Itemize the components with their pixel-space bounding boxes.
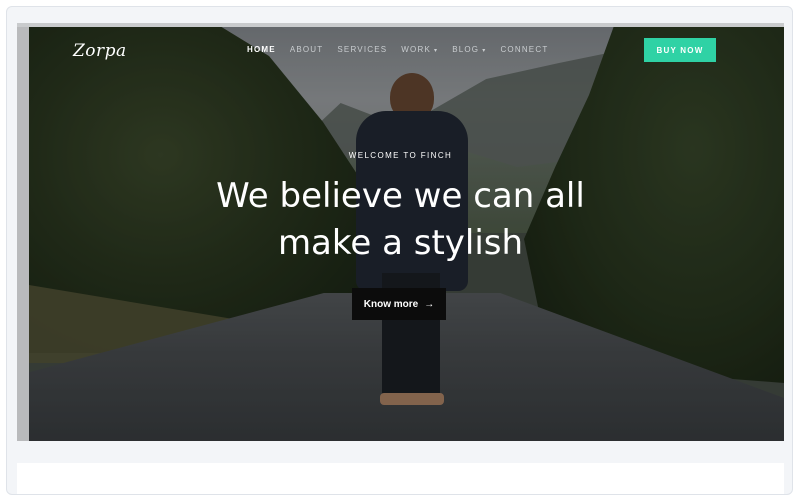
- top-navigation: Zorpa HOME ABOUT SERVICES WORK ▾ BLOG ▾ CO…: [17, 23, 784, 83]
- hero-section: Zorpa HOME ABOUT SERVICES WORK ▾ BLOG ▾ CO…: [17, 23, 784, 441]
- hero-headline-line-2: make a stylish: [277, 223, 524, 263]
- nav-item-label: BLOG: [452, 45, 480, 54]
- nav-item-label: HOME: [247, 45, 276, 54]
- nav-item-home[interactable]: HOME: [247, 45, 276, 54]
- browser-frame: Zorpa HOME ABOUT SERVICES WORK ▾ BLOG ▾ CO…: [6, 6, 793, 495]
- nav-item-label: WORK: [401, 45, 431, 54]
- hero-eyebrow: WELCOME TO FINCH: [348, 151, 453, 160]
- nav-item-label: CONNECT: [500, 45, 549, 54]
- nav-item-connect[interactable]: CONNECT: [500, 45, 548, 54]
- arrow-right-icon: →: [424, 298, 435, 310]
- nav-item-about[interactable]: ABOUT: [290, 45, 324, 54]
- hero-headline-line-1: We believe we can all: [216, 176, 585, 216]
- brand-logo[interactable]: Zorpa: [73, 41, 127, 61]
- hero-headline: We believe we can all make a stylish: [17, 173, 784, 267]
- chevron-down-icon: ▾: [433, 48, 439, 54]
- chevron-down-icon: ▾: [482, 48, 487, 54]
- know-more-button[interactable]: Know more →: [352, 288, 446, 320]
- nav-item-label: SERVICES: [337, 45, 388, 54]
- nav-item-work[interactable]: WORK ▾: [401, 45, 438, 54]
- nav-item-services[interactable]: SERVICES: [337, 45, 387, 54]
- nav-item-blog[interactable]: BLOG ▾: [452, 45, 486, 54]
- content-section: [17, 463, 784, 494]
- main-menu: HOME ABOUT SERVICES WORK ▾ BLOG ▾ CONNECT: [247, 45, 562, 54]
- buy-now-button[interactable]: BUY NOW: [644, 38, 716, 62]
- know-more-label: Know more: [363, 298, 419, 310]
- nav-item-label: ABOUT: [289, 45, 324, 54]
